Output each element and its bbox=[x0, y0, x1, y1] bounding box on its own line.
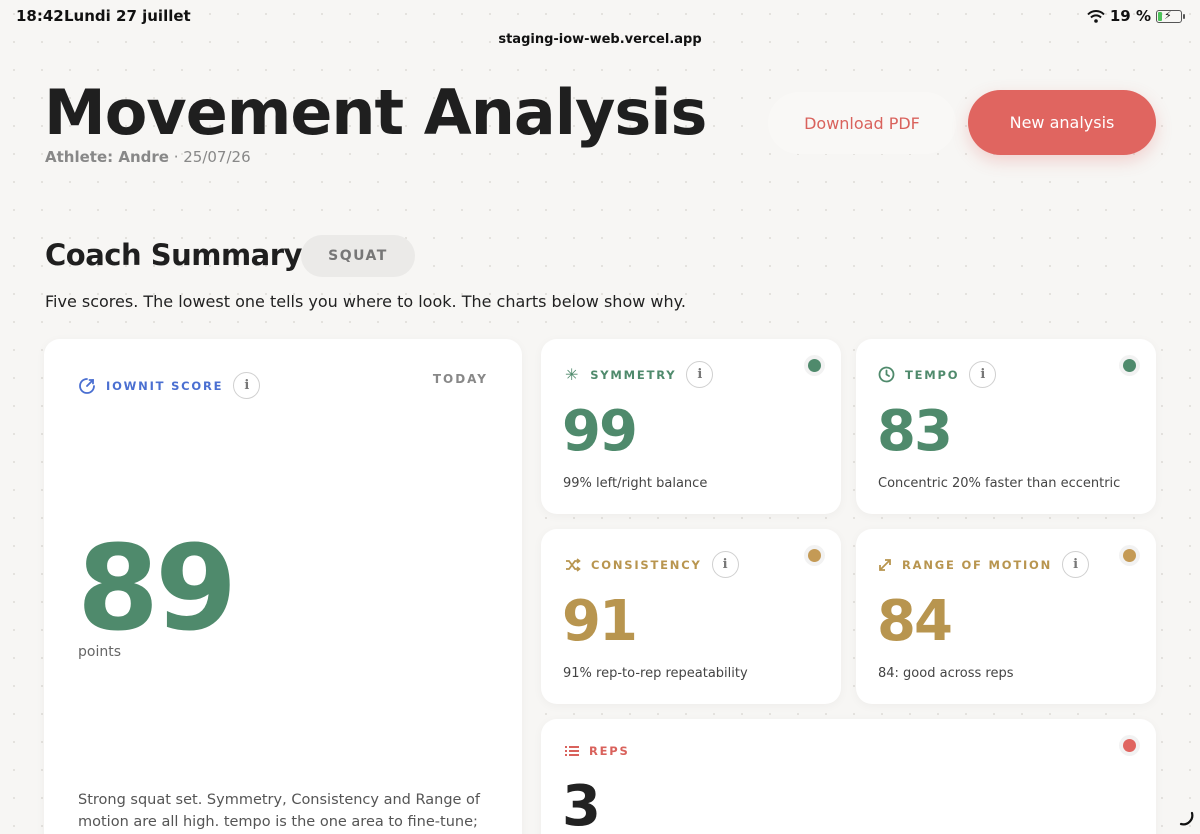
status-bar: 18:42 Lundi 27 juillet 19 % ⚡ bbox=[0, 0, 1200, 34]
main-score-value: 89 bbox=[77, 519, 237, 657]
status-indicators: 19 % ⚡ bbox=[1087, 7, 1185, 25]
clock-icon bbox=[878, 366, 895, 383]
tempo-card[interactable]: TEMPO i 83 Concentric 20% faster than ec… bbox=[856, 339, 1156, 514]
list-icon bbox=[565, 745, 579, 757]
expand-arrows-icon bbox=[878, 558, 892, 572]
tempo-label: TEMPO bbox=[905, 367, 960, 382]
period-label: TODAY bbox=[432, 372, 488, 386]
symmetry-header: ✳ SYMMETRY i bbox=[565, 361, 714, 388]
page-title: Movement Analysis bbox=[44, 76, 707, 149]
reps-header: REPS bbox=[565, 744, 630, 758]
athlete-name: Athlete: Andre bbox=[45, 148, 169, 166]
range-of-motion-status-dot bbox=[1123, 549, 1136, 562]
symmetry-label: SYMMETRY bbox=[590, 367, 677, 382]
battery-percent: 19 % bbox=[1109, 7, 1151, 25]
main-score-label: IOWNIT SCORE bbox=[106, 378, 224, 393]
tempo-status-dot bbox=[1123, 359, 1136, 372]
tempo-caption: Concentric 20% faster than eccentric bbox=[878, 476, 1121, 491]
gauge-icon bbox=[78, 377, 96, 395]
battery-icon: ⚡ bbox=[1156, 8, 1185, 23]
main-score-card: IOWNIT SCORE i TODAY 89 points Strong sq… bbox=[44, 339, 522, 834]
asterisk-icon: ✳ bbox=[565, 365, 581, 384]
wifi-icon bbox=[1087, 9, 1105, 23]
range-of-motion-header: RANGE OF MOTION i bbox=[878, 551, 1090, 578]
download-pdf-button[interactable]: Download PDF bbox=[768, 92, 956, 154]
battery-fill bbox=[1158, 11, 1162, 21]
range-of-motion-info-button[interactable]: i bbox=[1062, 551, 1090, 578]
symmetry-card[interactable]: ✳ SYMMETRY i 99 99% left/right balance bbox=[541, 339, 841, 514]
url-bar[interactable]: staging-iow-web.vercel.app bbox=[0, 32, 1200, 47]
range-of-motion-card[interactable]: RANGE OF MOTION i 84 84: good across rep… bbox=[856, 529, 1156, 704]
charging-bolt-icon: ⚡ bbox=[1164, 8, 1172, 22]
reps-card[interactable]: REPS 3 bbox=[541, 719, 1156, 834]
range-of-motion-label: RANGE OF MOTION bbox=[902, 557, 1053, 572]
symmetry-caption: 99% left/right balance bbox=[563, 476, 708, 491]
page-subtitle: Athlete: Andre · 25/07/26 bbox=[45, 148, 251, 166]
main-score-info-button[interactable]: i bbox=[233, 372, 261, 399]
main-score-unit: points bbox=[78, 644, 121, 660]
section-description: Five scores. The lowest one tells you wh… bbox=[45, 292, 686, 311]
section-title: Coach Summary bbox=[45, 238, 302, 272]
consistency-info-button[interactable]: i bbox=[711, 551, 739, 578]
tempo-header: TEMPO i bbox=[878, 361, 997, 388]
tempo-value: 83 bbox=[877, 399, 953, 464]
consistency-caption: 91% rep-to-rep repeatability bbox=[563, 666, 748, 681]
reps-status-dot bbox=[1123, 739, 1136, 752]
range-of-motion-value: 84 bbox=[877, 589, 953, 654]
main-score-header: IOWNIT SCORE i bbox=[78, 372, 261, 399]
consistency-header: CONSISTENCY i bbox=[565, 551, 739, 578]
main-score-note: Strong squat set. Symmetry, Consistency … bbox=[78, 792, 481, 830]
reps-label: REPS bbox=[589, 744, 630, 758]
new-analysis-button[interactable]: New analysis bbox=[968, 90, 1156, 155]
consistency-status-dot bbox=[808, 549, 821, 562]
shuffle-icon bbox=[565, 557, 581, 572]
status-date: Lundi 27 juillet bbox=[64, 7, 191, 25]
symmetry-status-dot bbox=[808, 359, 821, 372]
consistency-label: CONSISTENCY bbox=[591, 557, 702, 572]
reps-value: 3 bbox=[562, 774, 601, 834]
loading-spinner-icon bbox=[1178, 810, 1194, 826]
subtitle-separator: · bbox=[168, 148, 184, 166]
consistency-card[interactable]: CONSISTENCY i 91 91% rep-to-rep repeatab… bbox=[541, 529, 841, 704]
analysis-date: 25/07/26 bbox=[183, 148, 251, 166]
range-of-motion-caption: 84: good across reps bbox=[878, 666, 1014, 681]
symmetry-info-button[interactable]: i bbox=[686, 361, 714, 388]
consistency-value: 91 bbox=[562, 589, 638, 654]
symmetry-value: 99 bbox=[562, 399, 638, 464]
status-time: 18:42 bbox=[16, 7, 64, 25]
exercise-chip: SQUAT bbox=[301, 235, 415, 277]
tempo-info-button[interactable]: i bbox=[969, 361, 997, 388]
